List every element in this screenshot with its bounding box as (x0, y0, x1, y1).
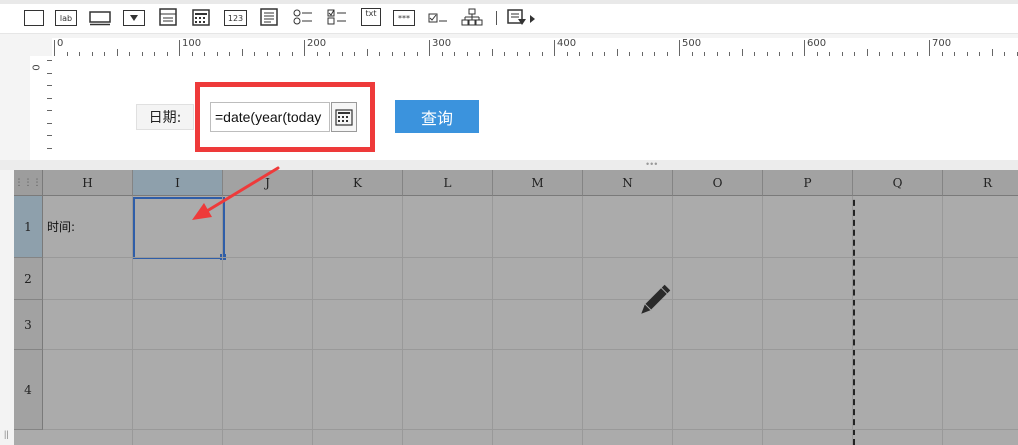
grid-column-line (942, 196, 943, 445)
query-button[interactable]: 查询 (395, 100, 479, 133)
ruler-tick (54, 40, 55, 56)
grid-left-strip: || (0, 170, 14, 445)
ruler-tick (866, 49, 868, 56)
grid-column-line (222, 196, 223, 445)
page-break-line (853, 170, 855, 445)
panel-splitter[interactable]: ••• (0, 160, 1018, 170)
column-header-H[interactable]: H (43, 170, 133, 196)
ruler-tick (616, 49, 618, 56)
ruler-tick (554, 40, 555, 56)
grid-column-line (492, 196, 493, 445)
pencil-icon (641, 284, 671, 314)
number-icon[interactable]: 123 (224, 10, 247, 26)
ruler-label: 0 (57, 38, 64, 49)
splitter-grip-icon: ••• (646, 159, 659, 169)
vertical-ruler: 0 (30, 56, 53, 160)
toolbar-separator (496, 11, 497, 25)
grid-row-line (43, 257, 1018, 258)
ruler-label: 400 (557, 38, 577, 49)
toolbar-top-edge (0, 0, 1018, 4)
column-header-P[interactable]: P (763, 170, 853, 196)
ruler-tick (366, 49, 368, 56)
ruler-tick (116, 49, 118, 56)
button-icon[interactable] (89, 10, 111, 26)
grid-row-line (43, 429, 1018, 430)
ruler-label: 600 (807, 38, 827, 49)
row-header-1[interactable]: 1 (14, 196, 43, 258)
text-icon[interactable]: txt (361, 8, 381, 26)
more-icon[interactable] (506, 8, 528, 26)
column-header-K[interactable]: K (313, 170, 403, 196)
grid-row-line (43, 349, 1018, 350)
password-icon-text: *** (398, 13, 410, 23)
ruler-tick (429, 40, 430, 56)
calendar-button[interactable] (331, 102, 357, 132)
grid-column-line (312, 196, 313, 445)
label-icon[interactable]: lab (55, 10, 77, 26)
checkbox-icon[interactable] (427, 10, 449, 26)
cell-H1[interactable]: 时间: (47, 218, 75, 235)
report-grid[interactable]: || ⋮⋮⋮ 时间: HIJKLMNOPQR1234 (0, 170, 1018, 445)
vruler-label: 0 (29, 64, 41, 71)
date-label: 日期: (136, 104, 194, 130)
ruler-label: 100 (182, 38, 202, 49)
column-header-L[interactable]: L (403, 170, 493, 196)
column-header-R[interactable]: R (943, 170, 1018, 196)
ruler-tick (179, 40, 180, 56)
calendar-icon[interactable] (191, 8, 211, 26)
ruler-tick (491, 49, 493, 56)
grid-column-line (762, 196, 763, 445)
ruler-tick (304, 40, 305, 56)
annotation-arrow-icon (192, 166, 280, 220)
ruler-label: 300 (432, 38, 452, 49)
resize-grip-icon[interactable]: || (4, 429, 9, 439)
form-designer: 0 100 200 300 400 500 600 700 0 (0, 34, 1018, 160)
textbox-icon[interactable] (24, 10, 44, 26)
ruler-label: 700 (932, 38, 952, 49)
ruler-tick (804, 40, 805, 56)
dropdown-icon[interactable] (123, 10, 145, 26)
radio-group-icon[interactable] (292, 8, 314, 26)
toolbar-expand-arrow[interactable] (530, 15, 535, 23)
list-icon[interactable] (158, 8, 178, 26)
ruler-tick (991, 49, 993, 56)
select-all-corner[interactable]: ⋮⋮⋮ (14, 170, 43, 196)
column-header-Q[interactable]: Q (853, 170, 943, 196)
ruler-tick (241, 49, 243, 56)
tree-icon[interactable] (461, 8, 483, 26)
password-icon[interactable]: *** (393, 10, 415, 26)
row-header-4[interactable]: 4 (14, 350, 43, 430)
column-header-M[interactable]: M (493, 170, 583, 196)
ruler-label: 200 (307, 38, 327, 49)
grid-column-line (132, 196, 133, 445)
ruler-tick (679, 40, 680, 56)
text-icon-text: txt (365, 9, 377, 18)
number-icon-text: 123 (227, 13, 244, 23)
widget-toolbar: lab 123 txt *** (0, 0, 1018, 34)
grid-column-line (402, 196, 403, 445)
column-header-O[interactable]: O (673, 170, 763, 196)
calendar-icon (335, 109, 353, 126)
row-header-2[interactable]: 2 (14, 258, 43, 300)
label-icon-text: lab (59, 13, 73, 23)
ruler-tick (741, 49, 743, 56)
column-header-N[interactable]: N (583, 170, 673, 196)
checkbox-group-icon[interactable] (326, 8, 348, 26)
date-input[interactable]: =date(year(today (210, 102, 330, 132)
textarea-icon[interactable] (259, 8, 279, 26)
ruler-label: 500 (682, 38, 702, 49)
grid-column-line (582, 196, 583, 445)
grid-column-line (852, 196, 853, 445)
row-header-3[interactable]: 3 (14, 300, 43, 350)
ruler-tick (929, 40, 930, 56)
horizontal-ruler: 0 100 200 300 400 500 600 700 (52, 38, 1018, 57)
grid-row-line (43, 299, 1018, 300)
